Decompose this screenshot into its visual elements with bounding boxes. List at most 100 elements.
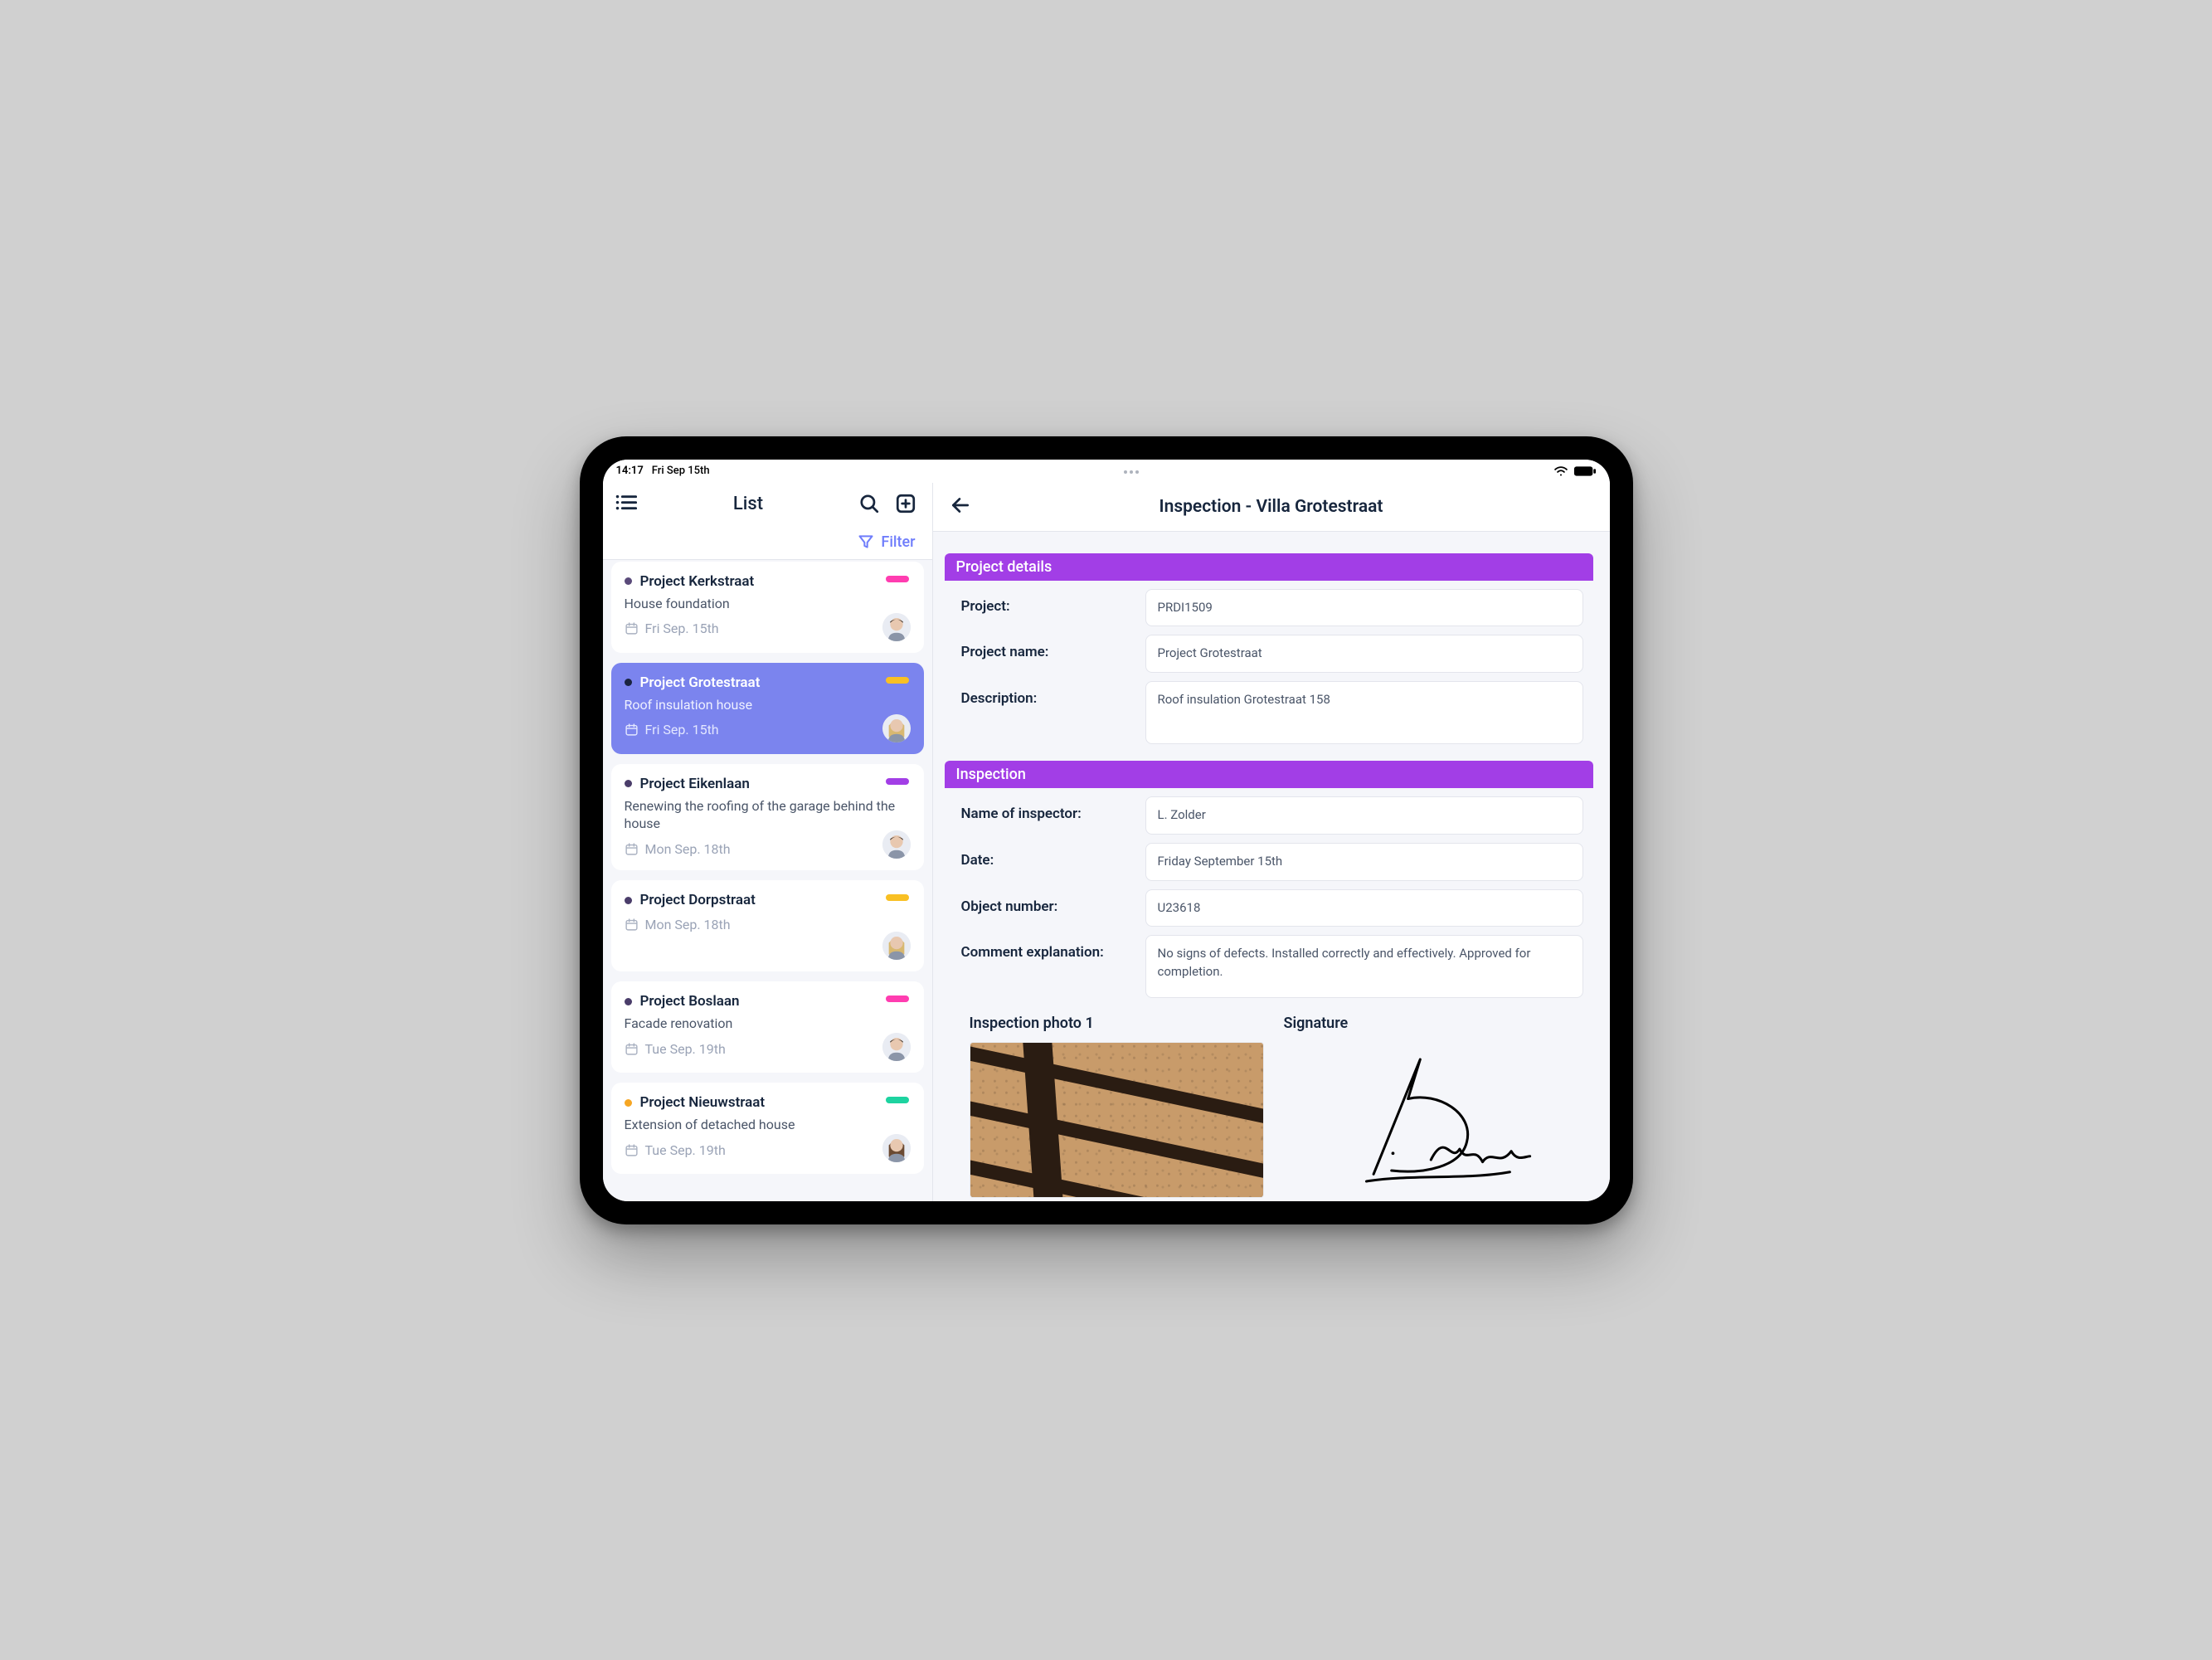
status-dot-icon: [625, 998, 632, 1005]
avatar: [882, 932, 911, 960]
back-icon[interactable]: [950, 494, 971, 519]
field-row: Comment explanation: No signs of defects…: [961, 935, 1583, 998]
field-value[interactable]: Project Grotestraat: [1145, 635, 1583, 673]
avatar: [882, 1134, 911, 1162]
field-label: Project name:: [961, 635, 1130, 660]
project-date: Mon Sep. 18th: [645, 841, 731, 857]
sidebar-title: List: [733, 494, 763, 514]
field-row: Description: Roof insulation Grotestraat…: [961, 681, 1583, 744]
status-dot-icon: [625, 577, 632, 585]
field-value[interactable]: No signs of defects. Installed correctly…: [1145, 935, 1583, 998]
project-date: Tue Sep. 19th: [645, 1041, 726, 1057]
project-title: Project Dorpstraat: [640, 892, 756, 908]
project-title: Project Boslaan: [640, 993, 740, 1010]
field-value[interactable]: Roof insulation Grotestraat 158: [1145, 681, 1583, 744]
field-label: Project:: [961, 589, 1130, 615]
section-header-project-details: Project details: [945, 553, 1593, 581]
main-header: Inspection - Villa Grotestraat: [933, 483, 1610, 532]
search-icon[interactable]: [858, 493, 880, 514]
calendar-icon: [625, 842, 639, 856]
field-label: Object number:: [961, 889, 1130, 915]
project-date: Mon Sep. 18th: [645, 917, 731, 932]
photo-title: Inspection photo 1: [970, 1015, 1264, 1032]
avatar: [882, 830, 911, 859]
calendar-icon: [625, 621, 639, 635]
app-container: List Filter: [603, 483, 1610, 1201]
field-row: Date: Friday September 15th: [961, 843, 1583, 881]
project-card[interactable]: Project Grotestraat Roof insulation hous…: [611, 663, 924, 754]
project-desc: House foundation: [625, 595, 911, 613]
project-desc: Facade renovation: [625, 1015, 911, 1033]
tag-pill: [886, 576, 909, 582]
content[interactable]: Project details Project: PRDI1509 Projec…: [933, 532, 1610, 1201]
tablet-frame: 14:17 Fri Sep 15th: [580, 436, 1633, 1224]
project-date: Fri Sep. 15th: [645, 621, 719, 636]
project-card[interactable]: Project Boslaan Facade renovation Tue Se…: [611, 981, 924, 1073]
avatar: [882, 714, 911, 742]
field-row: Project name: Project Grotestraat: [961, 635, 1583, 673]
multitask-dots-icon[interactable]: [1124, 465, 1139, 477]
media-row: Inspection photo 1 Signature: [945, 1015, 1593, 1198]
avatar: [882, 1033, 911, 1061]
tag-pill: [886, 1097, 909, 1103]
wifi-icon: [1553, 465, 1568, 477]
battery-icon: [1573, 465, 1597, 477]
status-dot-icon: [625, 679, 632, 686]
add-icon[interactable]: [895, 493, 916, 514]
project-card[interactable]: Project Kerkstraat House foundation Fri …: [611, 562, 924, 653]
signature-image[interactable]: [1284, 1042, 1578, 1198]
field-value[interactable]: L. Zolder: [1145, 796, 1583, 835]
tag-pill: [886, 677, 909, 684]
project-title: Project Eikenlaan: [640, 776, 750, 792]
screen: 14:17 Fri Sep 15th: [603, 460, 1610, 1201]
inspection-fields: Name of inspector: L. Zolder Date: Frida…: [945, 788, 1593, 1015]
project-date: Tue Sep. 19th: [645, 1142, 726, 1158]
field-value[interactable]: PRDI1509: [1145, 589, 1583, 627]
status-bar: 14:17 Fri Sep 15th: [603, 460, 1610, 483]
field-label: Date:: [961, 843, 1130, 869]
field-row: Name of inspector: L. Zolder: [961, 796, 1583, 835]
project-card[interactable]: Project Dorpstraat Mon Sep. 18th: [611, 880, 924, 971]
inspection-photo-col: Inspection photo 1: [970, 1015, 1264, 1198]
field-row: Object number: U23618: [961, 889, 1583, 927]
status-dot-icon: [625, 897, 632, 904]
field-label: Comment explanation:: [961, 935, 1130, 961]
main-pane: Inspection - Villa Grotestraat Project d…: [933, 483, 1610, 1201]
project-title: Project Grotestraat: [640, 674, 761, 691]
project-title: Project Kerkstraat: [640, 573, 755, 590]
section-header-inspection: Inspection: [945, 761, 1593, 788]
field-value[interactable]: Friday September 15th: [1145, 843, 1583, 881]
signature-title: Signature: [1284, 1015, 1578, 1032]
field-value[interactable]: U23618: [1145, 889, 1583, 927]
project-desc: Renewing the roofing of the garage behin…: [625, 797, 911, 833]
project-card[interactable]: Project Eikenlaan Renewing the roofing o…: [611, 764, 924, 870]
page-title: Inspection - Villa Grotestraat: [988, 497, 1555, 517]
avatar: [882, 613, 911, 641]
project-date: Fri Sep. 15th: [645, 722, 719, 738]
calendar-icon: [625, 918, 639, 932]
field-label: Name of inspector:: [961, 796, 1130, 822]
calendar-icon: [625, 723, 639, 737]
project-details-fields: Project: PRDI1509 Project name: Project …: [945, 581, 1593, 762]
tag-pill: [886, 996, 909, 1002]
status-time: 14:17: [616, 465, 644, 477]
project-card[interactable]: Project Nieuwstraat Extension of detache…: [611, 1083, 924, 1174]
field-row: Project: PRDI1509: [961, 589, 1583, 627]
sidebar: List Filter: [603, 483, 933, 1201]
tag-pill: [886, 778, 909, 785]
filter-label: Filter: [881, 533, 915, 551]
inspection-photo[interactable]: [970, 1042, 1264, 1198]
filter-button[interactable]: Filter: [603, 525, 932, 559]
project-desc: Roof insulation house: [625, 696, 911, 714]
project-desc: Extension of detached house: [625, 1116, 911, 1134]
project-list[interactable]: Project Kerkstraat House foundation Fri …: [603, 560, 932, 1174]
sidebar-header: List Filter: [603, 483, 932, 560]
tag-pill: [886, 894, 909, 901]
status-date: Fri Sep 15th: [652, 465, 710, 477]
project-title: Project Nieuwstraat: [640, 1094, 766, 1111]
field-label: Description:: [961, 681, 1130, 707]
menu-icon[interactable]: [615, 493, 638, 515]
status-dot-icon: [625, 1099, 632, 1107]
calendar-icon: [625, 1143, 639, 1157]
status-dot-icon: [625, 780, 632, 787]
